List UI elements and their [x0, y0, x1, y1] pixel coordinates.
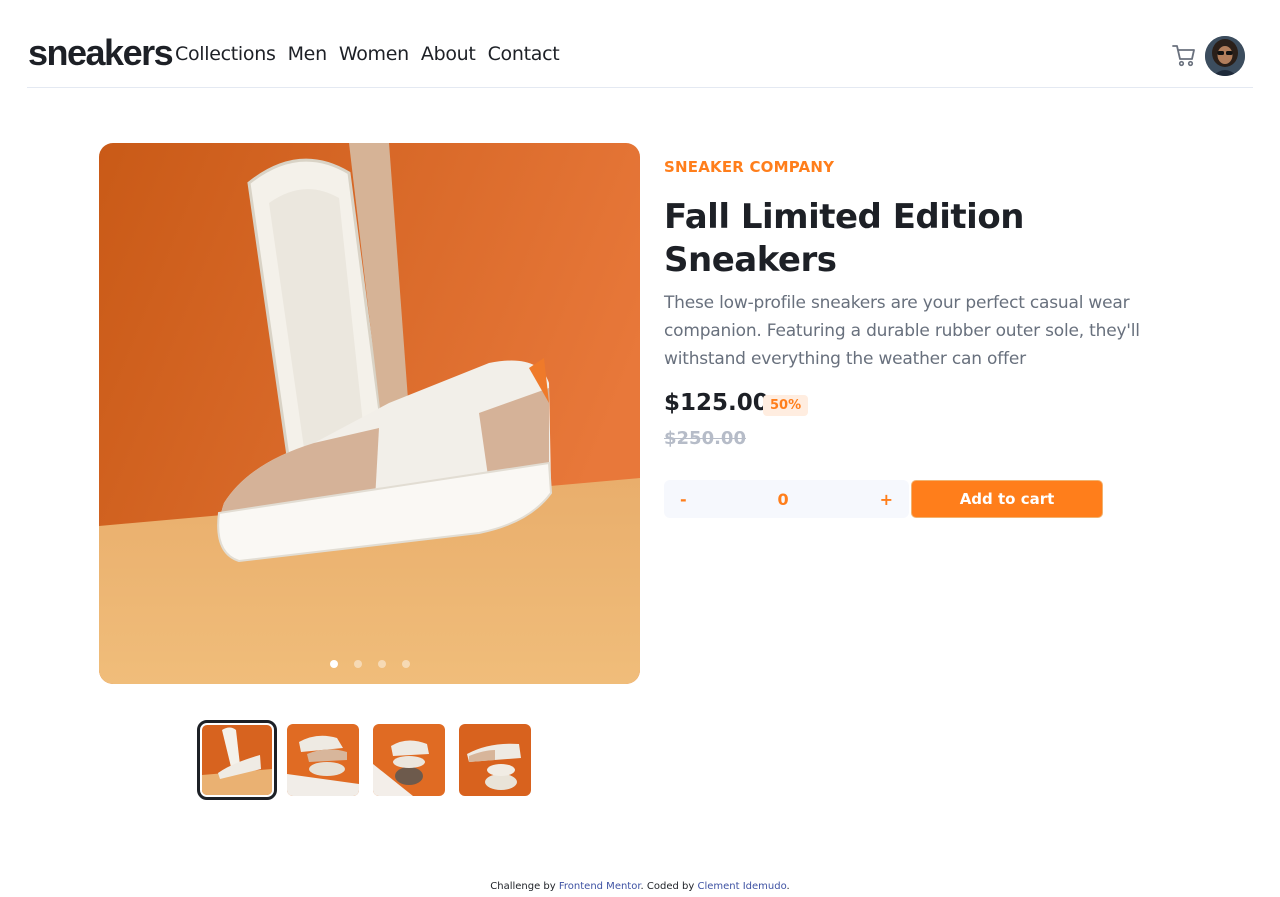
- carousel-dot-1[interactable]: [329, 660, 338, 668]
- logo[interactable]: sneakers: [28, 33, 174, 73]
- quantity-stepper: - 0 +: [664, 480, 909, 518]
- current-price: $125.00: [664, 390, 769, 416]
- author-link[interactable]: Clement Idemudo: [697, 881, 786, 892]
- decrement-button[interactable]: -: [680, 490, 687, 509]
- avatar[interactable]: [1205, 36, 1245, 76]
- cart-icon[interactable]: [1171, 42, 1197, 68]
- increment-button[interactable]: +: [880, 490, 893, 509]
- carousel-dot-3[interactable]: [377, 660, 386, 668]
- thumbnail-image: [202, 725, 272, 795]
- original-price: $250.00: [664, 428, 746, 449]
- company-name: SNEAKER COMPANY: [664, 158, 835, 176]
- avatar-image: [1205, 36, 1245, 76]
- product-title: Fall Limited Edition Sneakers: [664, 197, 1024, 280]
- sneaker-photo: [99, 143, 640, 684]
- carousel-dots: [99, 660, 640, 668]
- attribution-footer: Challenge by Frontend Mentor. Coded by C…: [0, 881, 1280, 892]
- frontend-mentor-link[interactable]: Frontend Mentor: [559, 881, 641, 892]
- thumbnail-4[interactable]: [459, 724, 531, 796]
- thumbnail-image: [287, 724, 359, 796]
- thumbnail-3[interactable]: [373, 724, 445, 796]
- carousel-dot-4[interactable]: [401, 660, 410, 668]
- site-header: sneakers Collections Men Women About Con…: [27, 0, 1253, 88]
- nav-collections[interactable]: Collections: [175, 42, 276, 66]
- carousel-dot-2[interactable]: [353, 660, 362, 668]
- add-to-cart-button[interactable]: Add to cart: [911, 480, 1103, 518]
- product-main-image[interactable]: [99, 143, 640, 684]
- thumbnail-strip: [197, 720, 531, 800]
- footer-prefix: Challenge by: [490, 881, 559, 892]
- discount-badge: 50%: [763, 395, 809, 416]
- thumbnail-image: [373, 724, 445, 796]
- footer-middle: . Coded by: [640, 881, 698, 892]
- thumbnail-image: [459, 724, 531, 796]
- thumbnail-1[interactable]: [197, 720, 277, 800]
- main-nav: Collections Men Women About Contact: [175, 42, 560, 66]
- nav-women[interactable]: Women: [339, 42, 409, 66]
- product-description: These low-profile sneakers are your perf…: [664, 293, 1140, 369]
- thumbnail-2[interactable]: [287, 724, 359, 796]
- quantity-value: 0: [777, 489, 789, 509]
- nav-men[interactable]: Men: [288, 42, 328, 66]
- nav-about[interactable]: About: [421, 42, 476, 66]
- footer-suffix: .: [786, 881, 790, 892]
- nav-contact[interactable]: Contact: [488, 42, 560, 66]
